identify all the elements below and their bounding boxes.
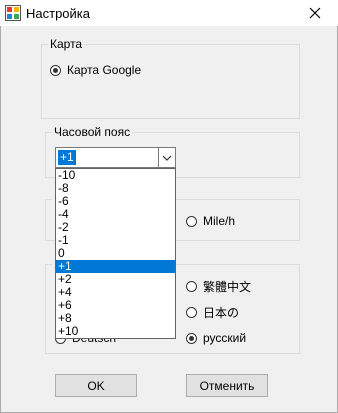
radio-google-map-indicator — [50, 64, 61, 76]
map-group: Карта — [41, 37, 300, 119]
timezone-option[interactable]: -6 — [56, 195, 175, 208]
chevron-down-icon — [162, 155, 172, 161]
timezone-option[interactable]: +4 — [56, 286, 175, 299]
title-bar: Настройка — [0, 0, 338, 26]
radio-mileh-label: Mile/h — [203, 214, 236, 228]
timezone-dropdown-list[interactable]: -10 -8 -6 -4 -2 -1 0 +1 +2 +4 +6 +8 +10 — [55, 168, 176, 339]
timezone-option[interactable]: -2 — [56, 221, 175, 234]
radio-traditional-chinese-label: 繁體中文 — [203, 279, 252, 294]
radio-japanese-indicator — [186, 306, 197, 318]
timezone-option[interactable]: +2 — [56, 273, 175, 286]
timezone-option[interactable]: +6 — [56, 299, 175, 312]
radio-russian[interactable]: русский — [186, 330, 246, 346]
map-group-title: Карта — [48, 37, 85, 51]
radio-mileh-indicator — [186, 215, 197, 227]
radio-traditional-chinese[interactable]: 繁體中文 — [186, 278, 251, 294]
timezone-dropdown-button[interactable] — [158, 148, 175, 167]
timezone-combobox[interactable]: +1 — [55, 147, 176, 168]
close-button[interactable] — [292, 0, 338, 26]
cancel-button[interactable]: Отменить — [186, 374, 268, 397]
radio-traditional-chinese-indicator — [186, 280, 197, 292]
window-title: Настройка — [26, 6, 90, 21]
radio-japanese[interactable]: 日本の — [186, 304, 239, 320]
radio-google-map[interactable]: Карта Google — [50, 62, 141, 78]
app-icon — [5, 5, 21, 21]
radio-russian-indicator — [186, 332, 197, 344]
timezone-option[interactable]: +1 — [56, 260, 175, 273]
timezone-selected-value: +1 — [58, 150, 76, 165]
ok-button[interactable]: OK — [55, 374, 137, 397]
radio-mileh[interactable]: Mile/h — [186, 213, 235, 229]
timezone-option[interactable]: -8 — [56, 182, 175, 195]
timezone-option[interactable]: -1 — [56, 234, 175, 247]
timezone-option[interactable]: +10 — [56, 325, 175, 338]
close-icon — [309, 7, 321, 19]
radio-russian-label: русский — [203, 331, 247, 345]
timezone-option[interactable]: -4 — [56, 208, 175, 221]
timezone-option[interactable]: -10 — [56, 169, 175, 182]
timezone-group-title: Часовой пояс — [52, 125, 133, 139]
radio-japanese-label: 日本の — [203, 305, 240, 320]
timezone-option[interactable]: 0 — [56, 247, 175, 260]
radio-google-map-label: Карта Google — [67, 63, 142, 77]
